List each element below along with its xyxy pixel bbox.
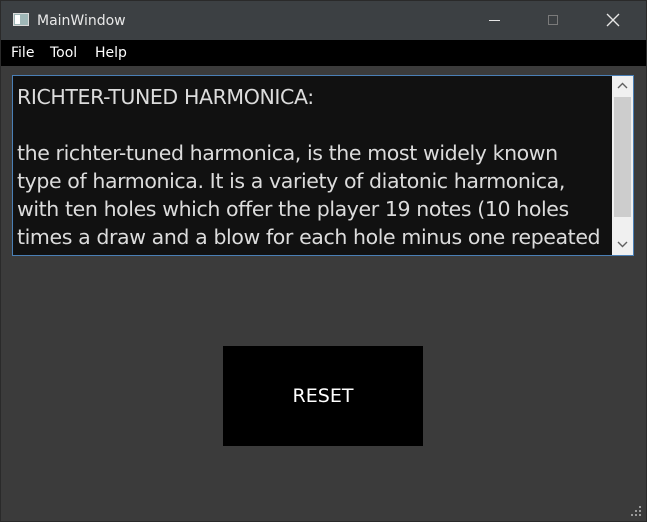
text-area-content[interactable]: RICHTER-TUNED HARMONICA: the richter-tun…	[17, 83, 607, 255]
scrollbar-thumb[interactable]	[614, 97, 631, 217]
maximize-icon	[548, 15, 558, 25]
close-icon	[606, 13, 620, 27]
maximize-button[interactable]	[531, 1, 577, 40]
minimize-button[interactable]	[471, 1, 517, 40]
close-button[interactable]	[590, 1, 636, 40]
title-bar[interactable]: MainWindow	[1, 1, 646, 40]
scroll-up-button[interactable]	[612, 76, 633, 97]
minimize-icon	[489, 20, 500, 21]
reset-button[interactable]: RESET	[223, 346, 423, 446]
menu-file[interactable]: File	[11, 45, 34, 61]
menu-tool[interactable]: Tool	[50, 45, 77, 61]
main-window: MainWindow File Tool Help RICHTER-TUNED …	[0, 0, 647, 522]
chevron-up-icon	[617, 82, 628, 89]
resize-grip-icon[interactable]	[630, 505, 642, 517]
chevron-down-icon	[617, 241, 628, 248]
vertical-scrollbar[interactable]	[612, 76, 633, 255]
menu-help[interactable]: Help	[95, 45, 127, 61]
app-icon	[13, 13, 29, 26]
text-area[interactable]: RICHTER-TUNED HARMONICA: the richter-tun…	[12, 75, 634, 256]
scroll-down-button[interactable]	[612, 234, 633, 255]
menu-bar: File Tool Help	[1, 40, 646, 66]
window-title: MainWindow	[37, 13, 126, 29]
